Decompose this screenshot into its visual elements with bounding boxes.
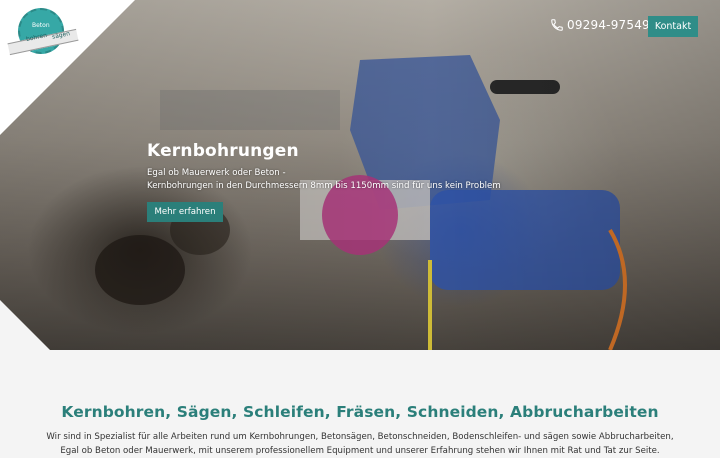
services-title: Kernbohren, Sägen, Schleifen, Fräsen, Sc…	[61, 403, 659, 421]
hero-title: Kernbohrungen	[147, 141, 299, 161]
logo-text-1: Beton	[32, 22, 50, 29]
hero-subtitle-1: Egal ob Mauerwerk oder Beton -	[147, 168, 286, 178]
contact-button[interactable]: Kontakt	[648, 16, 698, 37]
hero-corner-cut	[0, 300, 50, 350]
more-info-button[interactable]: Mehr erfahren	[147, 202, 223, 222]
phone-icon	[551, 19, 563, 31]
hero-subtitle-2: Kernbohrungen in den Durchmessern 8mm bi…	[147, 181, 501, 191]
phone-number: 09294-975499	[567, 18, 658, 32]
phone-link[interactable]: 09294-975499	[550, 18, 658, 32]
site-logo[interactable]: Beton bohren sägen	[7, 6, 80, 58]
services-text: Wir sind in Spezialist für alle Arbeiten…	[46, 432, 674, 456]
